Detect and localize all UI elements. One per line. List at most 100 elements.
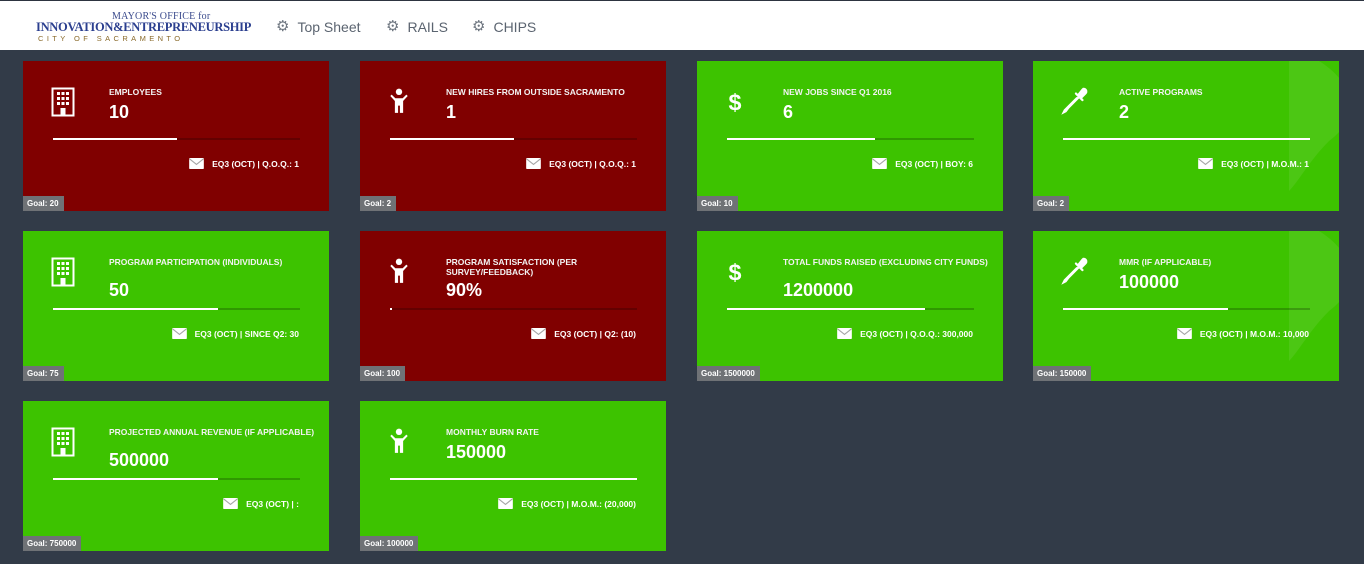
progress-fill: [53, 308, 219, 310]
goal-badge: Goal: 10: [697, 196, 738, 211]
progress-fill: [53, 478, 219, 480]
tile-footer-text: EQ3 (OCT) | M.O.M.: 1: [1221, 158, 1309, 169]
tile-footer[interactable]: EQ3 (OCT) | M.O.M.: 1: [1198, 158, 1309, 169]
progress-track: [53, 478, 300, 480]
kpi-tile[interactable]: EMPLOYEES 10 EQ3 (OCT) | Q.O.Q.: 1 Goal: 20: [23, 61, 329, 211]
kpi-tile[interactable]: MMR (IF APPLICABLE) 100000 EQ3 (OCT) | M.O…: [1033, 231, 1339, 381]
tile-footer-text: EQ3 (OCT) | Q.O.Q.: 300,000: [860, 328, 973, 339]
tile-footer[interactable]: EQ3 (OCT) | Q.O.Q.: 1: [189, 158, 299, 169]
progress-track: [390, 478, 637, 480]
tile-footer[interactable]: EQ3 (OCT) | SINCE Q2: 30: [171, 328, 299, 339]
logo-line-2: INNOVATION&ENTREPRENEURSHIP: [36, 20, 252, 34]
kpi-tile[interactable]: PROJECTED ANNUAL REVENUE (IF APPLICABLE)…: [23, 401, 329, 551]
tile-footer[interactable]: EQ3 (OCT) | :: [223, 498, 299, 509]
kpi-tile[interactable]: NEW HIRES FROM OUTSIDE SACRAMENTO 1 EQ3 (O…: [360, 61, 666, 211]
tile-value: 1: [446, 102, 457, 122]
mayors-office-logo[interactable]: MAYOR'S OFFICE for INNOVATION&ENTREPRENE…: [36, 9, 251, 45]
tile-value: 50: [109, 280, 130, 300]
progress-fill: [727, 138, 876, 140]
dropper-icon: [1061, 87, 1089, 119]
tile-label: TOTAL FUNDS RAISED (EXCLUDING CITY FUNDS…: [783, 257, 988, 267]
progress-track: [727, 138, 974, 140]
goal-badge: Goal: 100000: [360, 536, 419, 551]
kpi-tile[interactable]: MONTHLY BURN RATE 150000 EQ3 (OCT) | M.O.M…: [360, 401, 666, 551]
progress-track: [390, 138, 637, 140]
tile-footer[interactable]: EQ3 (OCT) | Q2: (10): [531, 328, 636, 339]
top-navigation-bar: MAYOR'S OFFICE for INNOVATION&ENTREPRENE…: [0, 0, 1364, 50]
gear-icon: ⚙: [276, 18, 290, 35]
nav-item-rails[interactable]: ⚙ RAILS: [386, 19, 448, 35]
progress-track: [53, 308, 300, 310]
tile-label: EMPLOYEES: [109, 87, 162, 97]
envelope-icon: [171, 328, 187, 339]
dropper-icon: [1061, 257, 1089, 289]
tile-label: PROJECTED ANNUAL REVENUE (IF APPLICABLE): [109, 427, 315, 437]
dollar-icon: $: [725, 87, 753, 119]
tile-footer-text: EQ3 (OCT) | M.O.M.: 10,000: [1199, 328, 1309, 339]
tile-label: MONTHLY BURN RATE: [446, 427, 539, 437]
progress-fill: [53, 138, 177, 140]
envelope-icon: [1198, 158, 1213, 169]
building-icon: [51, 257, 79, 289]
decorative-shape: [1289, 61, 1339, 191]
kpi-tile[interactable]: PROGRAM PARTICIPATION (INDIVIDUALS) 50 EQ3…: [23, 231, 329, 381]
kpi-tile[interactable]: $ TOTAL FUNDS RAISED (EXCLUDING CITY FUND…: [697, 231, 1003, 381]
person-icon: [388, 427, 416, 459]
progress-fill: [727, 308, 925, 310]
nav-item-label: RAILS: [407, 19, 448, 35]
progress-track: [1063, 138, 1310, 140]
building-icon: [51, 87, 79, 119]
progress-fill: [390, 478, 637, 480]
tile-footer[interactable]: EQ3 (OCT) | Q.O.Q.: 1: [526, 158, 636, 169]
kpi-tile[interactable]: $ NEW JOBS SINCE Q1 2016 6 EQ3 (OCT) | BOY:…: [697, 61, 1003, 211]
nav-item-top-sheet[interactable]: ⚙ Top Sheet: [276, 19, 361, 35]
progress-fill: [390, 308, 393, 310]
building-icon: [51, 427, 79, 459]
tile-value: 500000: [109, 450, 170, 470]
goal-badge: Goal: 100: [360, 366, 406, 381]
tile-footer-text: EQ3 (OCT) | Q.O.Q.: 1: [549, 158, 636, 169]
tile-value: 6: [783, 102, 794, 122]
nav-item-label: CHIPS: [493, 19, 537, 35]
tile-label: PROGRAM PARTICIPATION (INDIVIDUALS): [109, 257, 283, 267]
tile-value: 2: [1119, 102, 1130, 122]
person-icon: [388, 257, 416, 289]
goal-badge: Goal: 1500000: [697, 366, 760, 381]
svg-text:$: $: [729, 89, 742, 115]
tile-value: 90%: [446, 280, 483, 300]
envelope-icon: [531, 328, 547, 339]
goal-badge: Goal: 20: [23, 196, 64, 211]
envelope-icon: [872, 158, 888, 169]
progress-fill: [1063, 138, 1310, 140]
envelope-icon: [526, 158, 541, 169]
tile-value: 100000: [1119, 272, 1180, 292]
tile-label: MMR (IF APPLICABLE): [1119, 257, 1212, 267]
person-icon: [388, 87, 416, 119]
tile-footer-text: EQ3 (OCT) | Q2: (10): [554, 328, 636, 339]
goal-badge: Goal: 150000: [1033, 366, 1092, 381]
logo-line-3: CITY OF SACRAMENTO: [38, 34, 184, 43]
nav-item-chips[interactable]: ⚙ CHIPS: [472, 19, 536, 35]
tile-footer-text: EQ3 (OCT) | BOY: 6: [895, 158, 973, 169]
tile-label: PROGRAM SATISFACTION (PER SURVEY/FEEDBAC…: [446, 257, 578, 277]
goal-badge: Goal: 750000: [23, 536, 82, 551]
tile-footer[interactable]: EQ3 (OCT) | M.O.M.: 10,000: [1177, 328, 1309, 339]
tile-footer-text: EQ3 (OCT) | SINCE Q2: 30: [194, 328, 299, 339]
nav-item-label: Top Sheet: [297, 19, 361, 35]
tile-label: NEW HIRES FROM OUTSIDE SACRAMENTO: [446, 87, 625, 97]
kpi-tile[interactable]: PROGRAM SATISFACTION (PER SURVEY/FEEDBAC…: [360, 231, 666, 381]
kpi-tile[interactable]: ACTIVE PROGRAMS 2 EQ3 (OCT) | M.O.M.: 1 Goa…: [1033, 61, 1339, 211]
svg-text:$: $: [729, 259, 742, 285]
progress-track: [390, 308, 637, 310]
tile-footer[interactable]: EQ3 (OCT) | Q.O.Q.: 300,000: [837, 328, 973, 339]
tile-footer[interactable]: EQ3 (OCT) | M.O.M.: (20,000): [498, 498, 636, 509]
progress-fill: [1063, 308, 1229, 310]
tile-footer[interactable]: EQ3 (OCT) | BOY: 6: [872, 158, 973, 169]
tile-footer-text: EQ3 (OCT) | :: [246, 498, 299, 509]
envelope-icon: [498, 498, 514, 509]
tile-value: 150000: [446, 442, 507, 462]
envelope-icon: [837, 328, 852, 339]
dollar-icon: $: [725, 257, 753, 289]
envelope-icon: [1177, 328, 1192, 339]
goal-badge: Goal: 2: [360, 196, 397, 211]
